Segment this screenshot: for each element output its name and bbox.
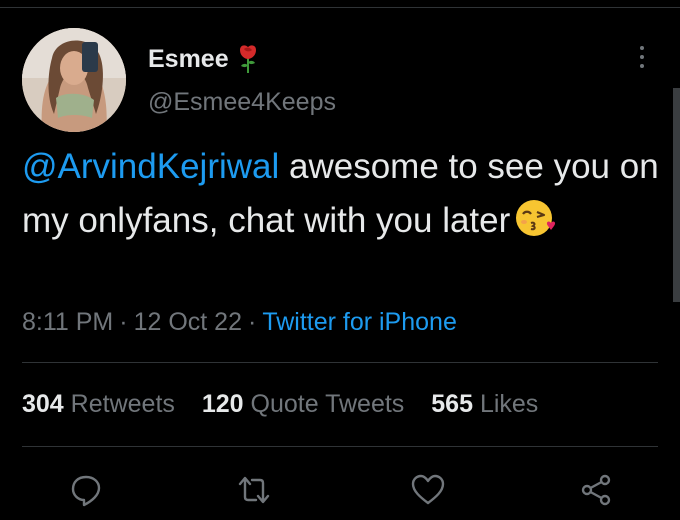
avatar[interactable] (22, 28, 126, 132)
heart-icon[interactable] (410, 472, 446, 508)
kissing-face-with-heart-icon (514, 196, 558, 240)
meta-separator: · (119, 308, 128, 336)
divider (22, 446, 658, 447)
tweet-time[interactable]: 8:11 PM (22, 308, 113, 336)
retweet-icon[interactable] (236, 472, 272, 508)
quote-tweets-count: 120 (201, 390, 244, 418)
rose-icon (237, 44, 259, 74)
likes-stat[interactable]: 565 Likes (431, 390, 538, 418)
more-options-icon[interactable] (630, 46, 654, 74)
likes-label: Likes (479, 390, 539, 418)
engagement-stats: 304 Retweets 120 Quote Tweets 565 Likes (22, 390, 558, 419)
quote-tweets-stat[interactable]: 120 Quote Tweets (202, 390, 404, 418)
tweet-date[interactable]: 12 Oct 22 (134, 308, 242, 336)
user-handle[interactable]: @Esmee4Keeps (148, 88, 336, 117)
tweet-meta: 8:11 PM · 12 Oct 22 · Twitter for iPhone (22, 308, 457, 337)
divider (22, 362, 658, 363)
likes-count: 565 (431, 390, 473, 418)
tweet-source[interactable]: Twitter for iPhone (262, 308, 457, 336)
display-name[interactable]: Esmee (148, 44, 259, 74)
retweets-count: 304 (22, 390, 64, 418)
reply-icon[interactable] (68, 472, 104, 508)
mention-link[interactable]: @ArvindKejriwal (22, 147, 279, 186)
quote-tweets-label: Quote Tweets (250, 390, 405, 418)
tweet-card: Esmee @Esmee4Keeps @ArvindKejriwal aweso… (0, 0, 680, 520)
action-bar (0, 472, 680, 512)
tweet-text: @ArvindKejriwal awesome to see you on my… (22, 140, 662, 248)
retweets-stat[interactable]: 304 Retweets (22, 390, 175, 418)
meta-separator: · (247, 308, 257, 336)
display-name-text: Esmee (148, 44, 229, 73)
retweets-label: Retweets (70, 390, 175, 418)
share-icon[interactable] (578, 472, 614, 508)
scrollbar[interactable] (673, 88, 680, 302)
